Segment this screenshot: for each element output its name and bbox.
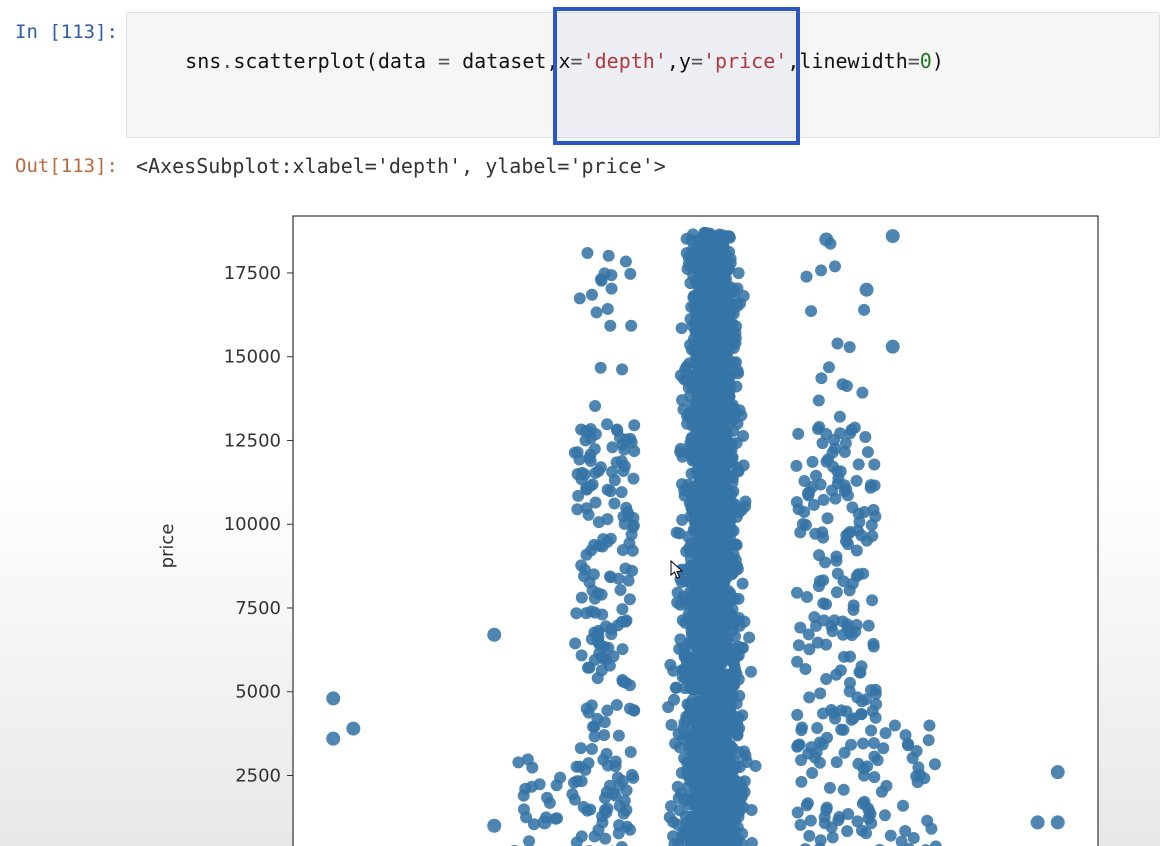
- svg-text:15000: 15000: [224, 347, 281, 368]
- svg-text:7500: 7500: [235, 598, 281, 619]
- tok-str-y: 'price': [703, 49, 787, 73]
- scatter-plot: 0250050007500100001250015000175004550556…: [118, 206, 1160, 846]
- tok-str-x: 'depth': [583, 49, 667, 73]
- tok-comma1: ,: [546, 49, 558, 73]
- tok-eq1: =: [426, 49, 462, 73]
- code-editor[interactable]: sns.scatterplot(data = dataset,x='depth'…: [126, 12, 1160, 138]
- svg-text:10000: 10000: [224, 514, 281, 535]
- tok-kw-x: x: [558, 49, 570, 73]
- scatter-svg: 0250050007500100001250015000175004550556…: [118, 206, 1118, 846]
- svg-text:17500: 17500: [224, 263, 281, 284]
- tok-kw-y: y: [679, 49, 691, 73]
- tok-comma3: ,: [787, 49, 799, 73]
- tok-dataset: dataset: [462, 49, 546, 73]
- svg-text:2500: 2500: [235, 765, 281, 786]
- tok-eq2: =: [571, 49, 583, 73]
- tok-eq3: =: [691, 49, 703, 73]
- code-highlight-box: [553, 7, 800, 145]
- tok-num-lw: 0: [920, 49, 932, 73]
- output-prompt: Out[113]:: [0, 146, 126, 186]
- tok-open: (: [366, 49, 378, 73]
- svg-text:5000: 5000: [235, 682, 281, 703]
- tok-close: ): [932, 49, 944, 73]
- tok-sns: sns: [185, 49, 221, 73]
- svg-text:12500: 12500: [224, 430, 281, 451]
- output-repr: <AxesSubplot:xlabel='depth', ylabel='pri…: [126, 146, 1160, 186]
- tok-fn: scatterplot: [233, 49, 365, 73]
- tok-dot: .: [221, 49, 233, 73]
- tok-comma2: ,: [667, 49, 679, 73]
- tok-kw-data: data: [378, 49, 426, 73]
- input-prompt: In [113]:: [0, 12, 126, 52]
- tok-eq4: =: [908, 49, 920, 73]
- svg-text:price: price: [157, 524, 178, 569]
- tok-kw-lw: linewidth: [799, 49, 907, 73]
